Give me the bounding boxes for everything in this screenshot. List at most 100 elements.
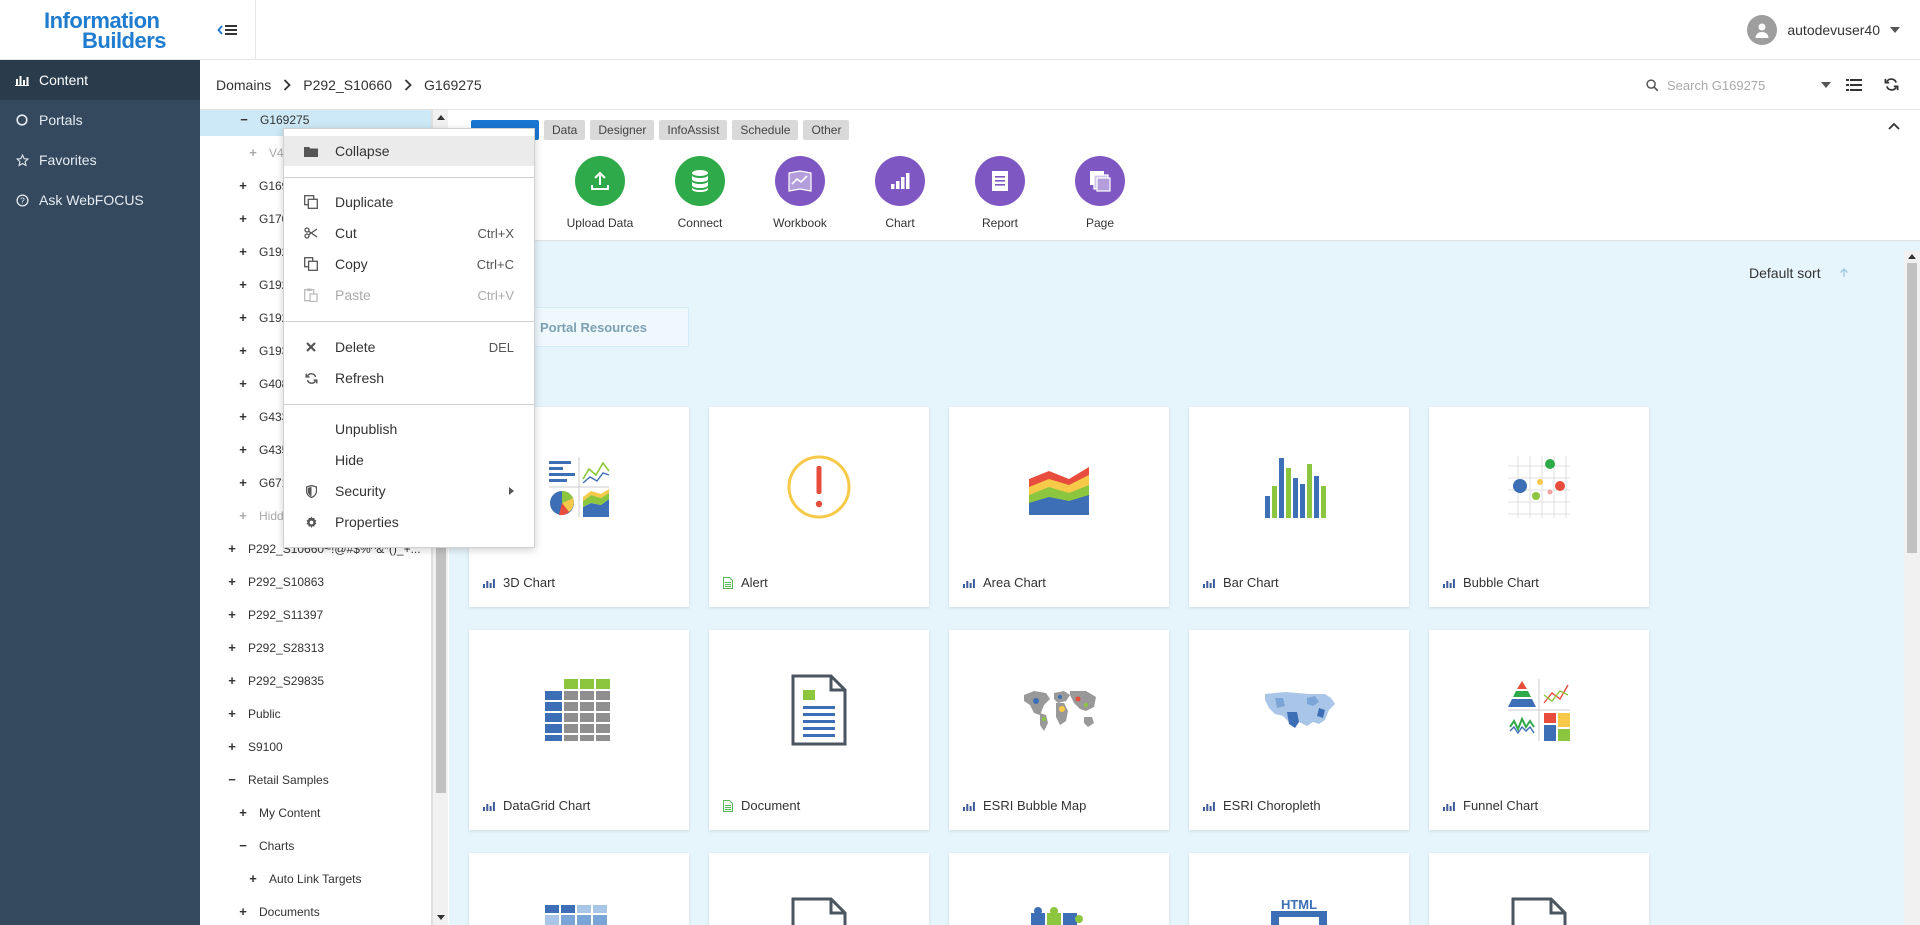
tree-toggle[interactable]: + — [226, 673, 238, 688]
search-scope-dropdown-icon[interactable] — [1821, 82, 1831, 88]
menu-item-paste[interactable]: Paste Ctrl+V — [284, 280, 534, 310]
menu-item-delete[interactable]: Delete DEL — [284, 332, 534, 362]
tree-toggle[interactable]: + — [247, 145, 259, 160]
tree-toggle[interactable]: + — [237, 904, 249, 919]
tree-toggle[interactable]: + — [237, 277, 249, 292]
tree-toggle[interactable]: + — [237, 409, 249, 424]
card-funnel-chart[interactable]: Funnel Chart — [1429, 630, 1649, 830]
tree-toggle[interactable]: + — [226, 739, 238, 754]
tree-node-label: P292_S11397 — [248, 607, 324, 622]
arrow-up-icon[interactable] — [1839, 268, 1849, 278]
breadcrumb-item-p292[interactable]: P292_S10660 — [303, 77, 392, 93]
tree-toggle[interactable]: − — [226, 772, 238, 787]
refresh-icon[interactable] — [1884, 77, 1899, 92]
tool-connect[interactable]: Connect — [650, 156, 750, 230]
caret-down-icon — [1890, 27, 1900, 33]
tab-infoassist[interactable]: InfoAssist — [659, 120, 728, 140]
menu-item-properties[interactable]: Properties — [284, 507, 534, 537]
tree-node[interactable]: + P292_S29835 — [200, 664, 431, 697]
card-datagrid-chart[interactable]: DataGrid Chart — [469, 630, 689, 830]
card-partial[interactable] — [709, 853, 929, 925]
tree-toggle[interactable]: + — [226, 541, 238, 556]
question-icon: ? — [15, 193, 29, 207]
tree-toggle[interactable]: + — [226, 574, 238, 589]
card-esri-choropleth[interactable]: ESRI Choropleth — [1189, 630, 1409, 830]
breadcrumb-item-domains[interactable]: Domains — [216, 77, 271, 93]
card-partial[interactable]: HTML — [1189, 853, 1409, 925]
user-menu[interactable]: autodevuser40 — [1747, 14, 1900, 46]
menu-item-security[interactable]: Security — [284, 476, 534, 506]
tab-designer[interactable]: Designer — [590, 120, 655, 140]
tool-workbook[interactable]: Workbook — [750, 156, 850, 230]
menu-item-cut[interactable]: Cut Ctrl+X — [284, 218, 534, 248]
tree-node[interactable]: + Public — [200, 697, 431, 730]
card-esri-bubble-map[interactable]: ESRI Bubble Map — [949, 630, 1169, 830]
chevron-up-icon[interactable] — [1888, 122, 1900, 130]
tree-toggle[interactable]: + — [237, 376, 249, 391]
menu-item-refresh[interactable]: Refresh — [284, 363, 534, 393]
nav-item-favorites[interactable]: Favorites — [0, 140, 200, 180]
nav-item-portals[interactable]: Portals — [0, 100, 200, 140]
tree-toggle[interactable]: + — [237, 310, 249, 325]
main-scrollbar[interactable] — [1904, 251, 1920, 925]
tree-toggle[interactable]: + — [237, 211, 249, 226]
tab-other[interactable]: Other — [803, 120, 850, 140]
card-partial[interactable] — [949, 853, 1169, 925]
menu-item-hide[interactable]: Hide — [284, 445, 534, 475]
tree-node[interactable]: + My Content — [200, 796, 431, 829]
menu-item-collapse[interactable]: Collapse — [284, 136, 534, 166]
tree-toggle[interactable]: + — [237, 475, 249, 490]
tool-chart[interactable]: Chart — [850, 156, 950, 230]
tab-data[interactable]: Data — [544, 120, 586, 140]
tree-node[interactable]: + S9100 — [200, 730, 431, 763]
tool-report[interactable]: Report — [950, 156, 1050, 230]
scroll-up-icon[interactable] — [437, 115, 445, 120]
breadcrumb-item-current[interactable]: G169275 — [424, 77, 482, 93]
tree-node[interactable]: + P292_S10863 — [200, 565, 431, 598]
scroll-up-icon[interactable] — [1908, 254, 1916, 259]
tree-toggle[interactable]: − — [238, 112, 250, 127]
card-partial[interactable] — [1429, 853, 1649, 925]
tree-node[interactable]: − Charts — [200, 829, 431, 862]
tree-toggle[interactable]: + — [237, 442, 249, 457]
tree-node[interactable]: + Documents — [200, 895, 431, 925]
tree-toggle[interactable]: + — [226, 640, 238, 655]
tree-toggle[interactable]: + — [237, 343, 249, 358]
card-alert[interactable]: Alert — [709, 407, 929, 607]
card-document[interactable]: Document — [709, 630, 929, 830]
tree-toggle[interactable]: + — [237, 244, 249, 259]
card-area-chart[interactable]: Area Chart — [949, 407, 1169, 607]
nav-item-ask-webfocus[interactable]: ? Ask WebFOCUS — [0, 180, 200, 220]
card-bubble-chart[interactable]: Bubble Chart — [1429, 407, 1649, 607]
tree-toggle[interactable]: + — [237, 508, 249, 523]
tree-toggle[interactable]: − — [237, 838, 249, 853]
tree-node[interactable]: + P292_S28313 — [200, 631, 431, 664]
tree-toggle[interactable]: + — [247, 871, 259, 886]
search-input[interactable] — [1667, 77, 1817, 93]
sort-control[interactable]: Default sort — [1749, 265, 1849, 281]
menu-item-copy[interactable]: Copy Ctrl+C — [284, 249, 534, 279]
nav-item-content[interactable]: Content — [0, 60, 200, 100]
menu-item-unpublish[interactable]: Unpublish — [284, 414, 534, 444]
nav-label-content: Content — [39, 72, 89, 88]
tree-toggle[interactable]: + — [237, 805, 249, 820]
tree-toggle[interactable]: + — [237, 178, 249, 193]
tree-toggle[interactable]: + — [226, 607, 238, 622]
tree-node[interactable]: + P292_S11397 — [200, 598, 431, 631]
tool-page[interactable]: Page — [1050, 156, 1150, 230]
main-scroll-thumb[interactable] — [1907, 263, 1917, 553]
tool-upload-data[interactable]: Upload Data — [550, 156, 650, 230]
tab-schedule[interactable]: Schedule — [732, 120, 799, 140]
scroll-down-icon[interactable] — [437, 915, 445, 920]
sidebar-toggle-button[interactable] — [200, 0, 256, 60]
tree-node[interactable]: + Auto Link Targets — [200, 862, 431, 895]
duplicate-icon — [304, 195, 318, 209]
card-label: ESRI Choropleth — [1223, 798, 1321, 813]
card-bar-chart[interactable]: Bar Chart — [1189, 407, 1409, 607]
tree-node-label: V4 — [269, 145, 284, 160]
list-view-icon[interactable] — [1846, 78, 1862, 92]
tree-toggle[interactable]: + — [226, 706, 238, 721]
menu-item-duplicate[interactable]: Duplicate — [284, 187, 534, 217]
card-partial[interactable] — [469, 853, 689, 925]
tree-node[interactable]: − Retail Samples — [200, 763, 431, 796]
